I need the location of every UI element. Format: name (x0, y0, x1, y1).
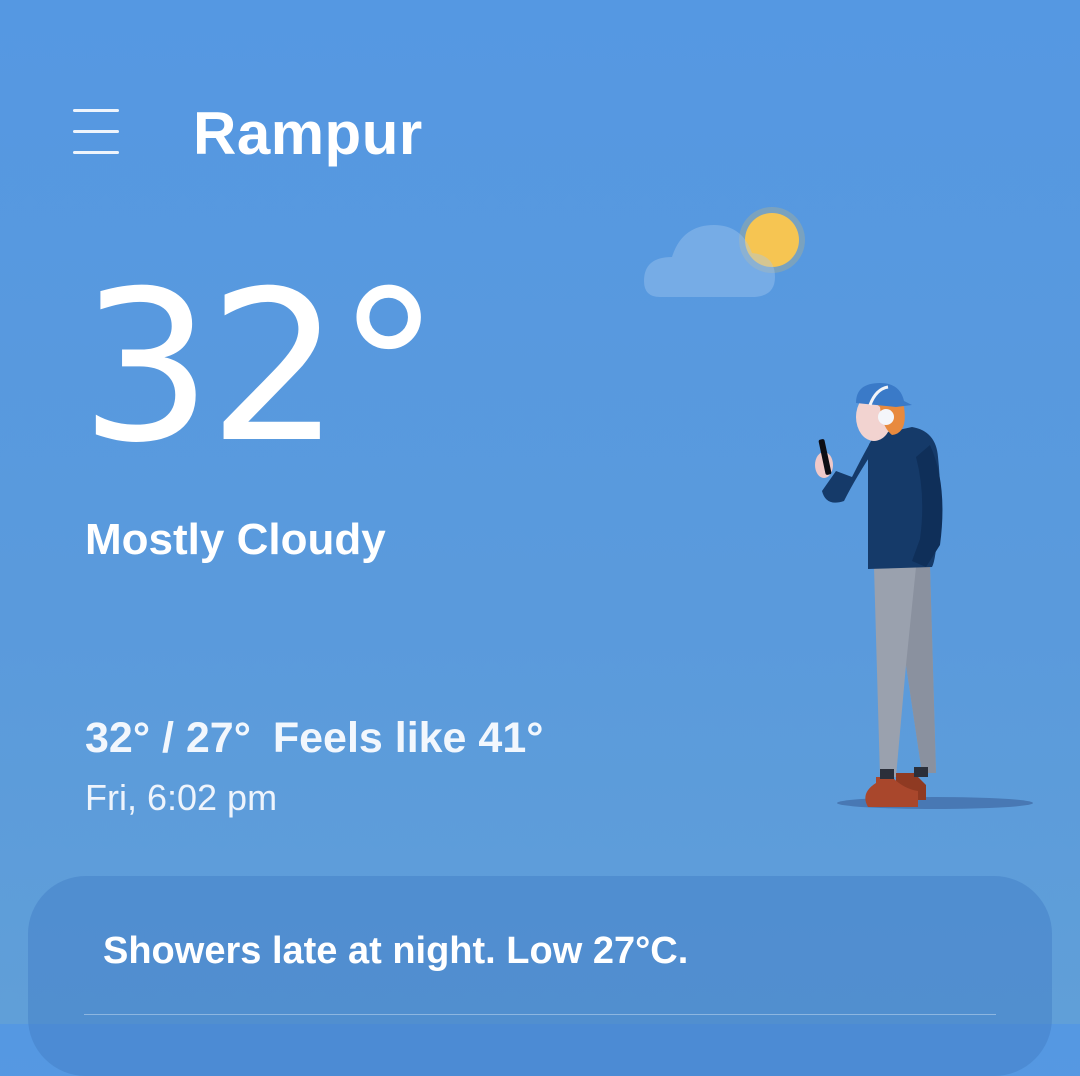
weather-condition: Mostly Cloudy (85, 515, 386, 564)
temperature-range: 32° / 27° Feels like 41° (85, 712, 543, 764)
menu-button[interactable] (60, 96, 132, 168)
current-temperature: 32° (80, 247, 441, 489)
feels-like-temperature: Feels like 41° (272, 714, 544, 762)
person-illustration (815, 383, 1033, 809)
hamburger-menu-icon (73, 109, 119, 112)
weather-illustration (644, 207, 1033, 809)
high-low-temperature: 32° / 27° (85, 714, 251, 762)
daily-summary-card[interactable]: Showers late at night. Low 27°C. (28, 876, 1052, 1076)
hamburger-menu-icon-bar (73, 151, 119, 154)
city-name[interactable]: Rampur (193, 98, 423, 170)
forecast-summary: Showers late at night. Low 27°C. (103, 930, 689, 972)
hamburger-menu-icon-bar (73, 130, 119, 133)
sun-behind-cloud-icon (644, 207, 805, 297)
last-updated-time: Fri, 6:02 pm (85, 777, 278, 818)
summary-divider (84, 1014, 996, 1015)
